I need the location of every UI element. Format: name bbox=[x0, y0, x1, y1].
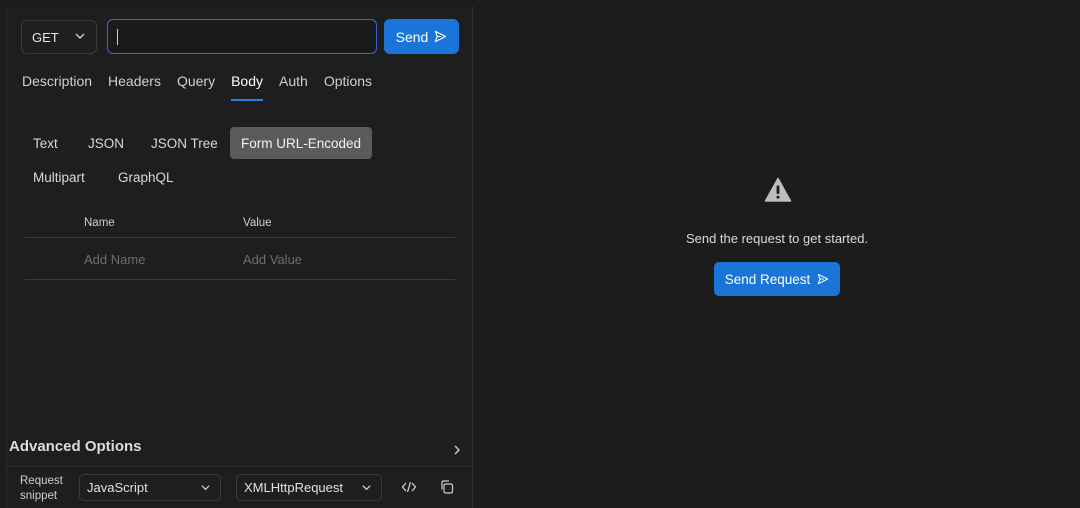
url-input[interactable] bbox=[122, 20, 372, 53]
send-icon bbox=[818, 273, 829, 285]
text-caret bbox=[117, 29, 118, 45]
library-value: XMLHttpRequest bbox=[244, 480, 343, 495]
snippet-label-line-2: snippet bbox=[20, 490, 58, 502]
body-type-form-url-encoded[interactable]: Form URL-Encoded bbox=[230, 127, 373, 159]
code-icon[interactable] bbox=[401, 479, 417, 495]
request-snippet-label: Request snippet bbox=[20, 474, 63, 504]
form-table: Name Value Add Name Add Value bbox=[25, 212, 455, 280]
chevron-down-icon bbox=[362, 485, 371, 491]
body-type-json[interactable]: JSON bbox=[77, 127, 135, 159]
request-tabs: Description Headers Query Body Auth Opti… bbox=[22, 73, 388, 101]
snippet-label-line-1: Request bbox=[20, 475, 63, 487]
request-panel: GET Send Description Headers Query Body … bbox=[6, 6, 473, 508]
tab-description[interactable]: Description bbox=[22, 73, 92, 101]
tab-options[interactable]: Options bbox=[324, 73, 372, 101]
send-request-label: Send Request bbox=[724, 271, 811, 287]
warning-icon bbox=[764, 177, 792, 202]
tab-auth[interactable]: Auth bbox=[279, 73, 308, 101]
app-root: GET Send Description Headers Query Body … bbox=[0, 0, 1080, 508]
body-type-multipart[interactable]: Multipart bbox=[22, 161, 96, 193]
language-value: JavaScript bbox=[87, 480, 148, 495]
chevron-down-icon bbox=[75, 33, 85, 39]
column-name-header: Name bbox=[84, 217, 115, 229]
chevron-right-icon bbox=[454, 445, 460, 455]
method-value: GET bbox=[32, 29, 59, 45]
empty-state-message: Send the request to get started. bbox=[685, 231, 869, 246]
send-icon bbox=[435, 30, 447, 43]
tab-headers[interactable]: Headers bbox=[108, 73, 161, 101]
tab-body[interactable]: Body bbox=[231, 73, 263, 101]
body-type-text[interactable]: Text bbox=[22, 127, 69, 159]
advanced-options-toggle[interactable]: Advanced Options bbox=[9, 438, 469, 464]
library-select[interactable]: XMLHttpRequest bbox=[236, 474, 382, 501]
send-request-button[interactable]: Send Request bbox=[714, 262, 840, 296]
add-name-input[interactable]: Add Name bbox=[84, 252, 145, 267]
copy-icon[interactable] bbox=[439, 479, 455, 495]
add-value-input[interactable]: Add Value bbox=[243, 252, 302, 267]
column-value-header: Value bbox=[243, 217, 272, 229]
chevron-down-icon bbox=[201, 485, 210, 491]
tab-query[interactable]: Query bbox=[177, 73, 215, 101]
table-row: Add Name Add Value bbox=[25, 238, 455, 280]
language-select[interactable]: JavaScript bbox=[79, 474, 221, 501]
advanced-options-title: Advanced Options bbox=[9, 438, 142, 455]
url-field[interactable] bbox=[107, 19, 377, 54]
body-type-graphql[interactable]: GraphQL bbox=[107, 161, 185, 193]
response-panel: Send the request to get started. Send Re… bbox=[474, 6, 1080, 508]
method-select[interactable]: GET bbox=[21, 20, 97, 54]
request-snippet-bar: Request snippet JavaScript XMLHttpReques… bbox=[7, 466, 473, 508]
body-type-json-tree[interactable]: JSON Tree bbox=[140, 127, 229, 159]
send-label: Send bbox=[395, 28, 429, 45]
form-table-header: Name Value bbox=[25, 212, 455, 238]
send-button[interactable]: Send bbox=[384, 19, 459, 54]
